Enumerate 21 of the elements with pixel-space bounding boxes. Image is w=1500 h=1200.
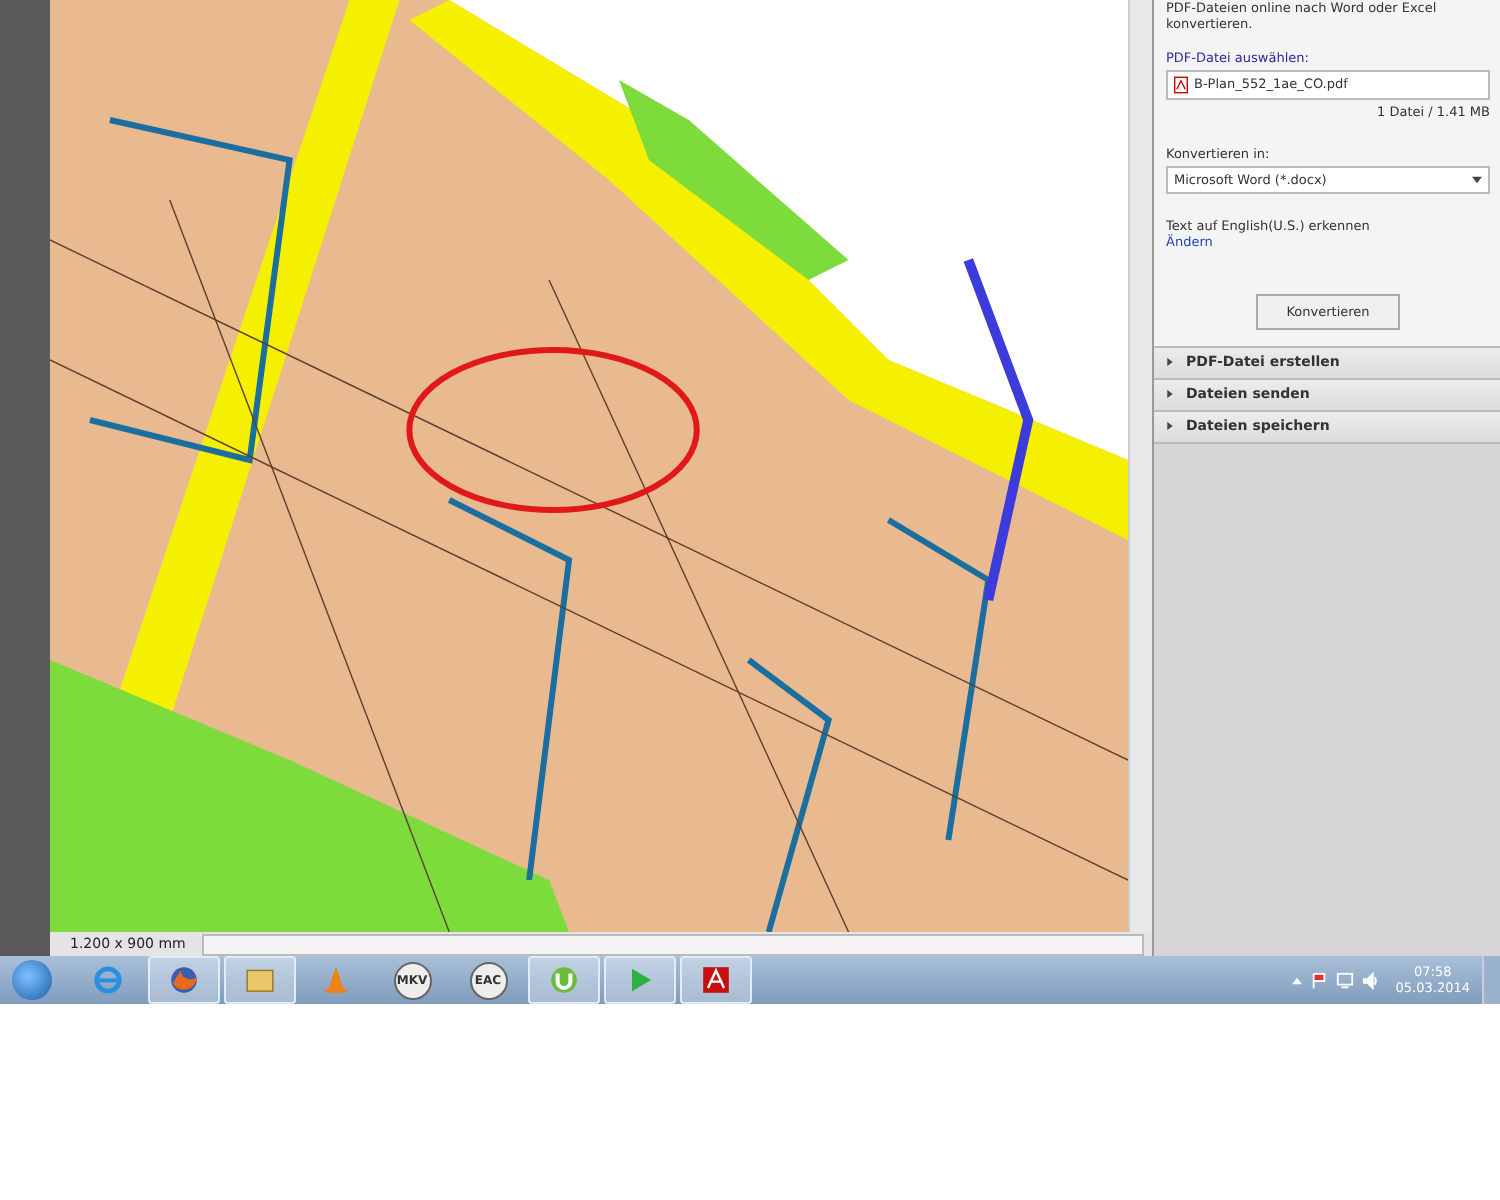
taskbar-app[interactable]: [680, 956, 752, 1004]
folder-icon: [244, 964, 276, 996]
flag-icon[interactable]: [1309, 971, 1328, 989]
fox-globe-icon: [168, 964, 200, 996]
taskbar-app[interactable]: [224, 956, 296, 1004]
mu-logo-icon: [548, 964, 580, 996]
vertical-scrollbar[interactable]: [1128, 0, 1152, 932]
show-hidden-icons-arrow-icon[interactable]: [1291, 975, 1302, 985]
pdf-reader-icon: [700, 964, 732, 996]
show-desktop-button[interactable]: [1482, 956, 1500, 1004]
taskbar-app[interactable]: [148, 956, 220, 1004]
dropdown-arrow-icon: [1472, 175, 1482, 184]
network-icon[interactable]: [1335, 971, 1354, 989]
volume-icon[interactable]: [1361, 971, 1380, 989]
taskbar-app[interactable]: [528, 956, 600, 1004]
browser-e-icon: [92, 964, 124, 996]
pdf-file-icon: [1174, 75, 1188, 94]
traffic-cone-icon: [320, 964, 352, 996]
taskbar-app[interactable]: [604, 956, 676, 1004]
horizontal-scrollbar[interactable]: [201, 933, 1144, 955]
start-button[interactable]: [12, 960, 52, 1000]
